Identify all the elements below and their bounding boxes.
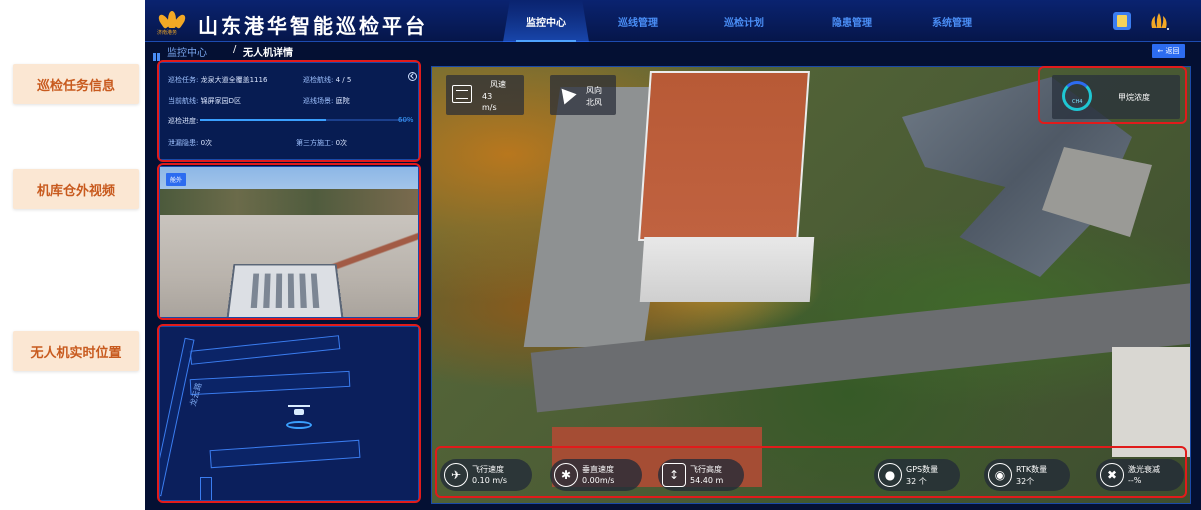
progress-fill bbox=[200, 119, 326, 121]
stat-laser: ✖ 激光衰减 --% bbox=[1096, 459, 1184, 491]
map-road bbox=[209, 439, 361, 469]
leak-value: 0次 bbox=[200, 139, 213, 147]
callout-drone-position: 无人机实时位置 bbox=[13, 331, 139, 371]
map-road bbox=[189, 335, 341, 365]
route-value: 4 / 5 bbox=[335, 76, 352, 84]
brand-logo-icon[interactable] bbox=[1148, 12, 1170, 32]
map-road bbox=[200, 477, 212, 500]
task-info-panel: 巡检任务: 龙泉大道全覆盖1116 巡检航线: 4 / 5 当前航线: 锦屏家园… bbox=[159, 62, 419, 160]
stat-rtk: ◉ RTK数量 32个 bbox=[984, 459, 1070, 491]
stat-value: 32 个 bbox=[906, 477, 927, 486]
plane-icon: ✈ bbox=[444, 463, 468, 487]
third-party-label: 第三方施工: bbox=[296, 139, 334, 147]
drone-map-panel[interactable]: 龙云路 bbox=[159, 326, 419, 501]
route-row: 巡检航线: 4 / 5 bbox=[303, 75, 351, 85]
back-button[interactable]: ← 返回 bbox=[1152, 44, 1185, 58]
wind-direction-value: 北风 bbox=[586, 98, 602, 107]
hangar-video-panel[interactable]: 舱外 bbox=[159, 166, 419, 318]
app-title: 山东港华智能巡检平台 bbox=[198, 14, 428, 38]
building-facade bbox=[639, 237, 815, 302]
map-road bbox=[189, 370, 351, 396]
breadcrumb: 监控中心 / 无人机详情 bbox=[145, 42, 1201, 61]
leak-row: 泄漏隐患: 0次 bbox=[168, 138, 212, 148]
current-route-value: 锦屏家园D区 bbox=[200, 97, 241, 105]
wind-speed-card: 风速 43 m/s bbox=[446, 75, 524, 115]
low-building bbox=[1112, 347, 1190, 457]
methane-title: 甲烷浓度 bbox=[1118, 93, 1150, 102]
methane-gauge-icon bbox=[1062, 81, 1092, 111]
refresh-icon[interactable] bbox=[408, 72, 417, 81]
nav-tab-system[interactable]: 系统管理 bbox=[909, 0, 995, 42]
stat-value: 0.10 m/s bbox=[472, 476, 508, 485]
wind-speed-unit: m/s bbox=[482, 103, 497, 112]
task-row: 巡检任务: 龙泉大道全覆盖1116 bbox=[168, 75, 267, 85]
vertical-speed-icon: ✱ bbox=[554, 463, 578, 487]
nav-tab-hazard[interactable]: 隐患管理 bbox=[809, 0, 895, 42]
map-road bbox=[160, 337, 195, 497]
scene-value: 庭院 bbox=[335, 97, 350, 105]
route-label: 巡检航线: bbox=[303, 76, 334, 84]
stat-title: 激光衰减 bbox=[1128, 465, 1160, 474]
wind-direction-card: 风向 北风 bbox=[550, 75, 616, 115]
stat-value: --% bbox=[1128, 476, 1142, 485]
third-party-row: 第三方施工: 0次 bbox=[296, 138, 347, 148]
building-roof bbox=[638, 71, 810, 241]
callout-hangar-video: 机库仓外视频 bbox=[13, 169, 139, 209]
drone-icon[interactable] bbox=[288, 403, 310, 421]
breadcrumb-root[interactable]: 监控中心 bbox=[167, 44, 207, 59]
logo-icon: 济南港务 bbox=[156, 8, 188, 36]
stat-value: 0.00m/s bbox=[582, 476, 615, 485]
breadcrumb-icon bbox=[153, 46, 162, 61]
progress-bar bbox=[200, 119, 410, 121]
drone-position-ring bbox=[286, 421, 312, 429]
stat-title: RTK数量 bbox=[1016, 465, 1048, 474]
stat-vertical-speed: ✱ 垂直速度 0.00m/s bbox=[550, 459, 642, 491]
scene-row: 巡线场景: 庭院 bbox=[303, 96, 350, 106]
stat-title: GPS数量 bbox=[906, 465, 939, 474]
wind-speed-label: 风速 bbox=[490, 80, 506, 89]
wind-direction-label: 风向 bbox=[586, 86, 602, 95]
altitude-icon: ↕ bbox=[662, 463, 686, 487]
nav-tab-monitor[interactable]: 监控中心 bbox=[503, 0, 589, 42]
methane-card[interactable]: CH4 甲烷浓度 bbox=[1052, 75, 1180, 119]
wind-icon bbox=[452, 85, 472, 103]
stat-title: 飞行速度 bbox=[472, 465, 504, 474]
video-badge: 舱外 bbox=[166, 173, 187, 186]
wind-speed-value: 43 bbox=[482, 92, 493, 101]
stat-gps: ● GPS数量 32 个 bbox=[874, 459, 960, 491]
callout-task-info: 巡检任务信息 bbox=[13, 64, 139, 104]
main-aerial-view[interactable]: 风速 43 m/s 风向 北风 CH4 甲烷浓度 ✈ 飞行速度 0.10 m/s bbox=[431, 66, 1191, 504]
task-value: 龙泉大道全覆盖1116 bbox=[200, 76, 268, 84]
scene-label: 巡线场景: bbox=[303, 97, 334, 105]
gps-icon: ● bbox=[878, 463, 902, 487]
third-party-value: 0次 bbox=[335, 139, 348, 147]
breadcrumb-separator: / bbox=[233, 44, 237, 55]
progress-value: 60% bbox=[398, 116, 414, 124]
screenshot-root: 巡检任务信息 机库仓外视频 无人机实时位置 济南港务 山东港华智能巡检平台 监控… bbox=[0, 0, 1201, 510]
video-trees bbox=[160, 189, 418, 217]
stat-flight-speed: ✈ 飞行速度 0.10 m/s bbox=[440, 459, 532, 491]
methane-gauge-label: CH4 bbox=[1072, 99, 1083, 105]
breadcrumb-current: 无人机详情 bbox=[243, 48, 293, 59]
nav-tab-plan[interactable]: 巡检计划 bbox=[701, 0, 787, 42]
rtk-icon: ◉ bbox=[988, 463, 1012, 487]
stat-value: 54.40 m bbox=[690, 476, 724, 485]
stat-title: 飞行高度 bbox=[690, 465, 722, 474]
landing-pad bbox=[226, 263, 344, 317]
task-label: 巡检任务: bbox=[168, 76, 199, 84]
navigation-arrow-icon bbox=[555, 83, 577, 105]
progress-label: 巡检进度: bbox=[168, 117, 199, 125]
report-icon[interactable] bbox=[1113, 12, 1131, 30]
stat-value: 32个 bbox=[1016, 477, 1035, 486]
top-bar: 济南港务 山东港华智能巡检平台 监控中心 巡线管理 巡检计划 隐患管理 系统管理 bbox=[145, 0, 1201, 42]
stat-title: 垂直速度 bbox=[582, 465, 614, 474]
nav-tab-route[interactable]: 巡线管理 bbox=[595, 0, 681, 42]
current-route-label: 当前航线: bbox=[168, 97, 199, 105]
logo-subtext: 济南港务 bbox=[157, 30, 178, 36]
current-route-row: 当前航线: 锦屏家园D区 bbox=[168, 96, 241, 106]
leak-label: 泄漏隐患: bbox=[168, 139, 199, 147]
laser-icon: ✖ bbox=[1100, 463, 1124, 487]
app-window: 济南港务 山东港华智能巡检平台 监控中心 巡线管理 巡检计划 隐患管理 系统管理… bbox=[145, 0, 1201, 510]
stat-altitude: ↕ 飞行高度 54.40 m bbox=[658, 459, 744, 491]
